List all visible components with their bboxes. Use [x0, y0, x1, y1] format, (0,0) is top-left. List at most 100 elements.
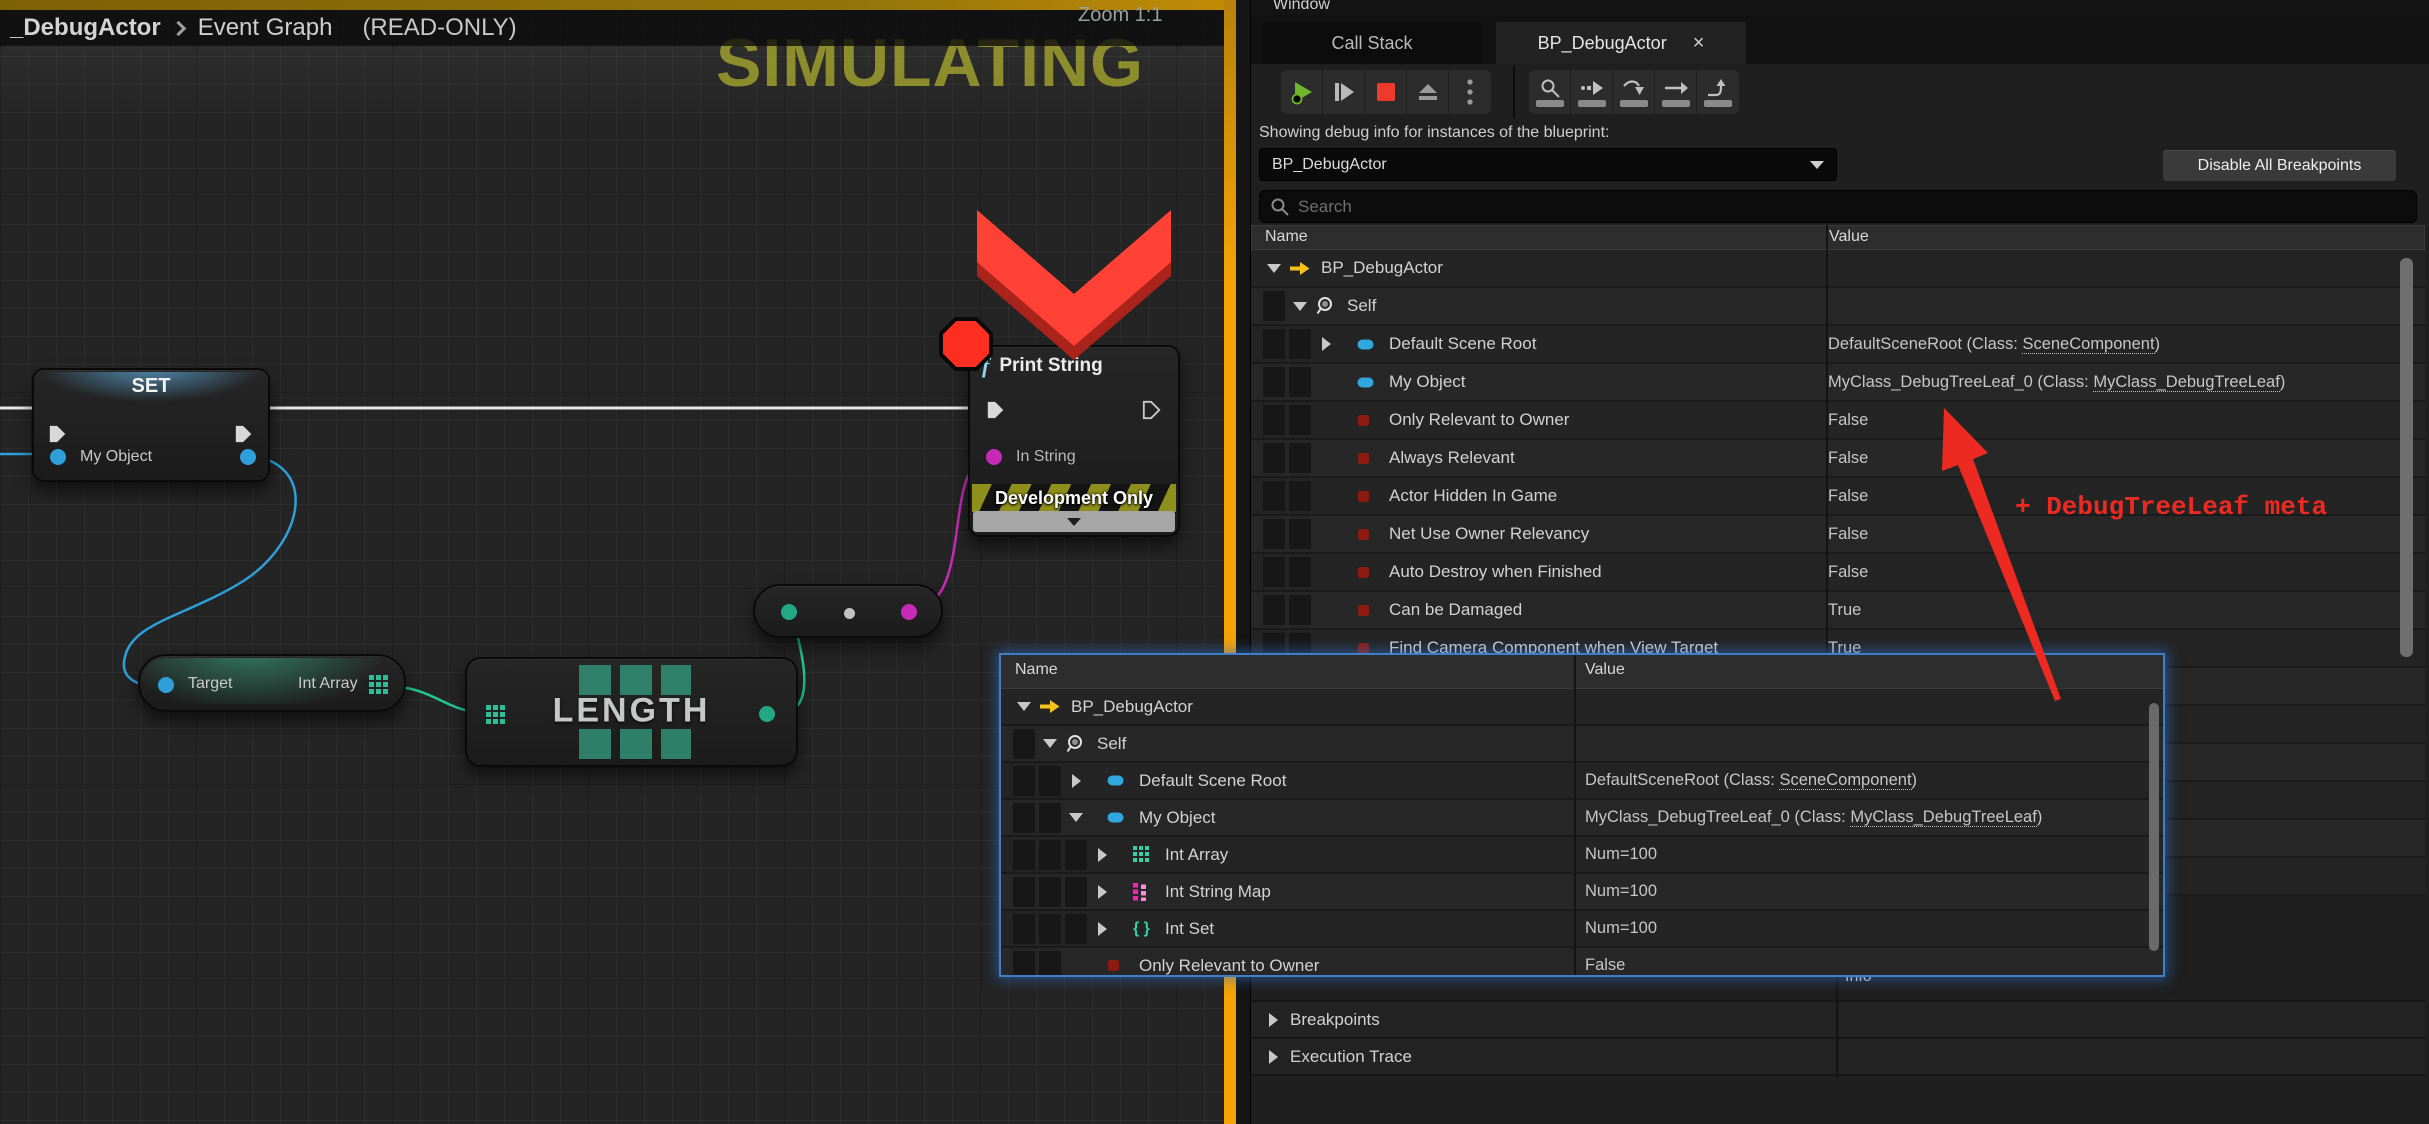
close-tab-icon[interactable]: × [1693, 33, 1705, 53]
popup-vertical-scrollbar[interactable] [2149, 703, 2159, 951]
exec-arrow-icon [1039, 699, 1065, 714]
expander-open-icon[interactable] [1043, 739, 1057, 748]
expander-collapsed-icon[interactable] [1072, 774, 1081, 788]
toolbar-options-button[interactable] [1449, 70, 1491, 114]
target-pin[interactable] [158, 677, 174, 693]
ellipsis-vertical-icon [1466, 78, 1474, 106]
execution-trace-section[interactable]: Execution Trace [1251, 1039, 2425, 1076]
node-int-to-string[interactable] [753, 584, 943, 638]
object-icon [1357, 377, 1383, 388]
expander-collapsed-icon[interactable] [1322, 337, 1331, 351]
length-deco-top [579, 665, 691, 695]
my-object-out-pin[interactable] [240, 449, 256, 465]
find-node-button[interactable] [1529, 70, 1571, 114]
row-value: DefaultSceneRoot (Class: SceneComponent) [1585, 771, 1917, 790]
object-icon [1357, 339, 1383, 350]
continue-button[interactable] [1655, 70, 1697, 114]
indent-guide [1039, 766, 1061, 796]
breakpoints-section[interactable]: Breakpoints [1251, 1002, 2425, 1039]
exec-in-pin[interactable] [48, 424, 68, 444]
set-icon: { } [1133, 920, 1159, 938]
indent-guide [1263, 405, 1285, 435]
table-row[interactable]: My ObjectMyClass_DebugTreeLeaf_0 (Class:… [1001, 800, 2163, 837]
expander-collapsed-icon[interactable] [1098, 885, 1107, 899]
row-value: Num=100 [1585, 845, 1657, 864]
class-link[interactable]: MyClass_DebugTreeLeaf [2093, 373, 2279, 392]
resume-button[interactable] [1281, 70, 1323, 114]
print-exec-out-pin[interactable] [1142, 400, 1162, 420]
class-link[interactable]: SceneComponent [1779, 771, 1911, 790]
self-icon [1065, 734, 1091, 754]
table-row[interactable]: Int ArrayNum=100 [1001, 837, 2163, 874]
node-print-string[interactable]: f Print String In String Development Onl… [968, 345, 1180, 537]
my-object-in-pin[interactable] [50, 449, 66, 465]
node-array-length[interactable]: LENGTH [465, 657, 798, 767]
conv-in-pin[interactable] [781, 604, 797, 620]
expander-open-icon[interactable] [1017, 702, 1031, 711]
row-value: False [1828, 449, 1868, 468]
expander-collapsed-icon[interactable] [1269, 1013, 1278, 1027]
conv-dot-icon [844, 608, 855, 619]
column-value[interactable]: Value [1585, 661, 1625, 679]
table-row[interactable]: Default Scene RootDefaultSceneRoot (Clas… [1251, 326, 2425, 364]
eject-icon [1416, 80, 1440, 104]
expander-open-icon[interactable] [1069, 813, 1083, 822]
table-row[interactable]: Only Relevant to OwnerFalse [1001, 948, 2163, 977]
class-link[interactable]: MyClass_DebugTreeLeaf [1850, 808, 2036, 827]
row-value: MyClass_DebugTreeLeaf_0 (Class: MyClass_… [1828, 373, 2285, 392]
indent-guide [1039, 914, 1061, 944]
table-row[interactable]: Self [1251, 288, 2425, 326]
step-out-button[interactable] [1697, 70, 1739, 114]
step-over-icon [1622, 78, 1646, 98]
blueprint-instance-dropdown[interactable]: BP_DebugActor [1259, 148, 1837, 181]
column-divider [1574, 655, 1576, 977]
node-get-int-array[interactable]: Target Int Array [138, 654, 406, 712]
indent-guide [1263, 291, 1285, 321]
tab-call-stack[interactable]: Call Stack [1263, 22, 1481, 64]
indent-guide [1013, 766, 1035, 796]
indent-guide [1289, 557, 1311, 587]
expander-collapsed-icon[interactable] [1098, 922, 1107, 936]
eject-button[interactable] [1407, 70, 1449, 114]
frame-skip-button[interactable] [1323, 70, 1365, 114]
length-int-out-pin[interactable] [759, 706, 775, 722]
tab-bp-debugactor[interactable]: BP_DebugActor × [1496, 22, 1746, 64]
in-string-pin[interactable] [986, 449, 1002, 465]
step-over-button[interactable] [1613, 70, 1655, 114]
expander-collapsed-icon[interactable] [1269, 1050, 1278, 1064]
table-row[interactable]: Self [1001, 726, 2163, 763]
column-name[interactable]: Name [1015, 661, 1058, 679]
disable-all-breakpoints-button[interactable]: Disable All Breakpoints [2163, 150, 2396, 181]
table-row[interactable]: { }Int SetNum=100 [1001, 911, 2163, 948]
int-array-out-pin[interactable] [368, 674, 390, 696]
search-input[interactable]: Search [1259, 190, 2417, 223]
expander-collapsed-icon[interactable] [1098, 848, 1107, 862]
section-label: Breakpoints [1290, 1010, 1380, 1030]
expander-open-icon[interactable] [1267, 264, 1281, 273]
exec-out-pin[interactable] [234, 424, 254, 444]
print-exec-in-pin[interactable] [986, 400, 1006, 420]
object-icon [1107, 812, 1133, 823]
conv-out-pin[interactable] [901, 604, 917, 620]
column-value[interactable]: Value [1829, 228, 1869, 246]
table-row[interactable]: Default Scene RootDefaultSceneRoot (Clas… [1001, 763, 2163, 800]
length-node-title: LENGTH [467, 692, 796, 731]
step-into-button[interactable] [1571, 70, 1613, 114]
row-name: BP_DebugActor [1321, 258, 1443, 278]
table-row[interactable]: Int String MapNum=100 [1001, 874, 2163, 911]
vertical-scrollbar[interactable] [2400, 258, 2413, 657]
menu-window[interactable]: Window [1273, 0, 1330, 14]
class-link[interactable]: SceneComponent [2022, 335, 2154, 354]
tab-well: Call Stack BP_DebugActor × [1251, 14, 2429, 64]
target-node-header [142, 658, 402, 704]
row-name: Int Set [1165, 919, 1214, 939]
expand-advanced-button[interactable] [973, 511, 1175, 532]
column-name[interactable]: Name [1265, 228, 1308, 246]
stop-button[interactable] [1365, 70, 1407, 114]
table-row[interactable]: BP_DebugActor [1251, 250, 2425, 288]
row-name: Actor Hidden In Game [1389, 486, 1557, 506]
expander-open-icon[interactable] [1293, 302, 1307, 311]
length-array-in-pin[interactable] [485, 704, 507, 726]
node-set-my-object[interactable]: SET My Object [32, 368, 270, 482]
search-placeholder: Search [1298, 197, 1352, 217]
